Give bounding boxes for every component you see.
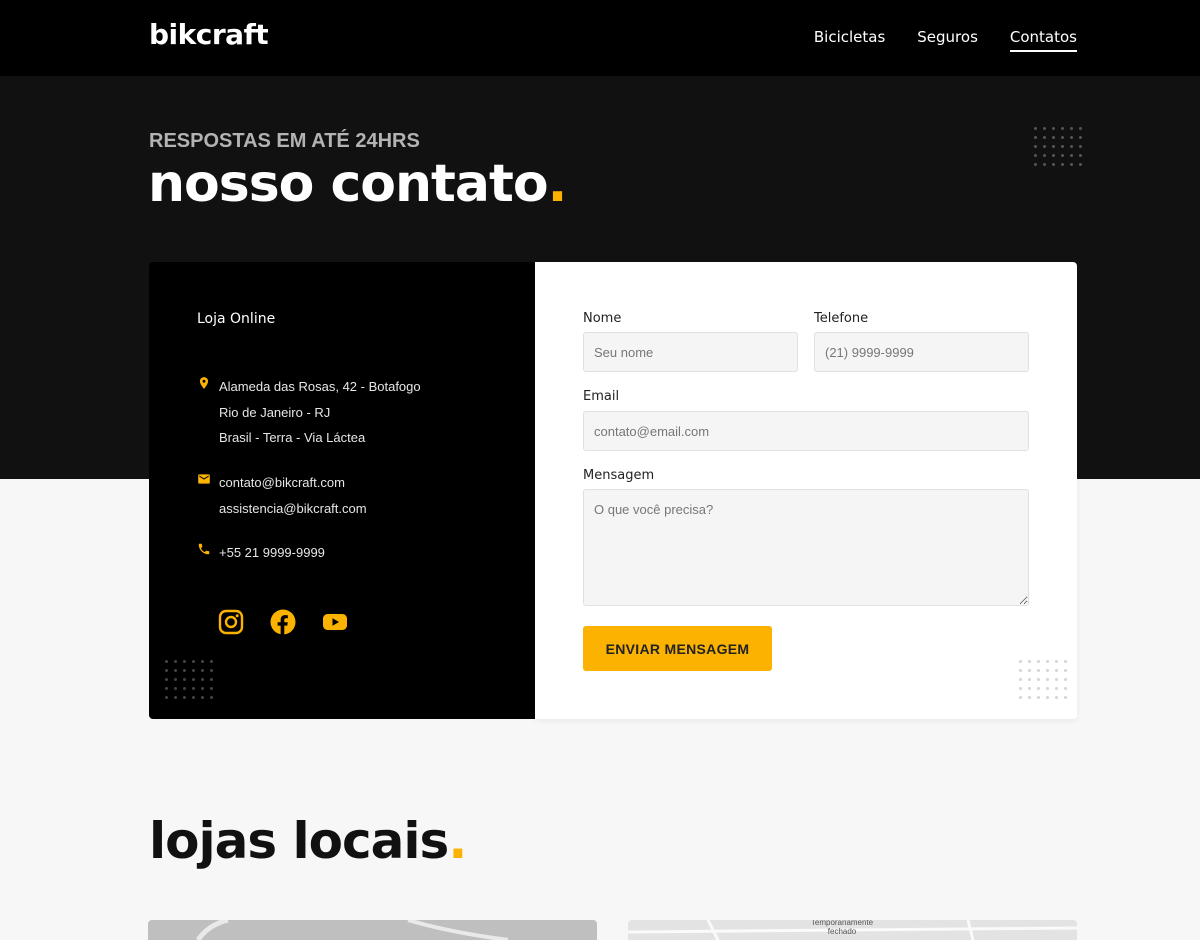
message-label: Mensagem xyxy=(583,468,655,483)
decorative-dots-pattern xyxy=(1019,660,1067,699)
logo[interactable]: bikcraft xyxy=(149,18,269,51)
map-place-label: Temporariamente fechado xyxy=(810,920,874,936)
title-accent-dot: . xyxy=(448,812,467,870)
contact-form: Nome Telefone Email Mensagem ENVIAR MENS… xyxy=(535,262,1077,719)
email-link[interactable]: contato@bikcraft.com xyxy=(219,470,367,496)
name-label: Nome xyxy=(583,311,622,326)
phone-link[interactable]: +55 21 9999-9999 xyxy=(219,540,325,566)
site-header: bikcraft Bicicletas Seguros Contatos xyxy=(0,0,1200,76)
phone-label: Telefone xyxy=(814,311,869,326)
facebook-icon[interactable] xyxy=(270,609,296,635)
store-title: Loja Online xyxy=(197,311,276,327)
send-message-button[interactable]: ENVIAR MENSAGEM xyxy=(583,626,772,671)
phone-icon xyxy=(198,543,210,555)
email-link[interactable]: assistencia@bikcraft.com xyxy=(219,496,367,522)
message-textarea[interactable] xyxy=(583,489,1029,606)
nav-link-bicicletas[interactable]: Bicicletas xyxy=(814,28,885,52)
title-accent-dot: . xyxy=(547,154,568,214)
map-roads xyxy=(195,920,509,940)
address-line: Brasil - Terra - Via Láctea xyxy=(219,430,366,445)
name-input[interactable] xyxy=(583,332,798,372)
address-line: Alameda das Rosas, 42 - Botafogo xyxy=(219,379,421,394)
email-block: contato@bikcraft.com assistencia@bikcraf… xyxy=(197,470,367,521)
contact-info-card: Loja Online Alameda das Rosas, 42 - Bota… xyxy=(149,262,535,719)
store-map[interactable] xyxy=(148,920,597,940)
store-map[interactable]: Temporariamente fechado xyxy=(628,920,1077,940)
social-links xyxy=(218,609,348,635)
page-title: nosso contato. xyxy=(148,154,568,214)
location-pin-icon xyxy=(199,377,209,389)
section-title-text: lojas locais xyxy=(149,812,449,870)
main-nav: Bicicletas Seguros Contatos xyxy=(814,28,1077,52)
phone-input[interactable] xyxy=(814,332,1029,372)
youtube-icon[interactable] xyxy=(322,609,348,635)
decorative-dots-pattern xyxy=(165,660,213,699)
decorative-dots-pattern xyxy=(1034,127,1082,166)
address-line: Rio de Janeiro - RJ xyxy=(219,404,331,420)
email-input[interactable] xyxy=(583,411,1029,451)
email-label: Email xyxy=(583,389,620,404)
mail-icon xyxy=(198,474,210,484)
nav-link-seguros[interactable]: Seguros xyxy=(917,28,978,52)
phone-block: +55 21 9999-9999 xyxy=(197,540,325,566)
hero-subtitle: RESPOSTAS EM ATÉ 24HRS xyxy=(149,130,420,152)
address-block: Alameda das Rosas, 42 - Botafogo Rio de … xyxy=(197,374,421,451)
section-title-stores: lojas locais. xyxy=(149,812,467,870)
nav-link-contatos[interactable]: Contatos xyxy=(1009,28,1077,52)
instagram-icon[interactable] xyxy=(218,609,244,635)
page-title-text: nosso contato xyxy=(148,154,549,214)
